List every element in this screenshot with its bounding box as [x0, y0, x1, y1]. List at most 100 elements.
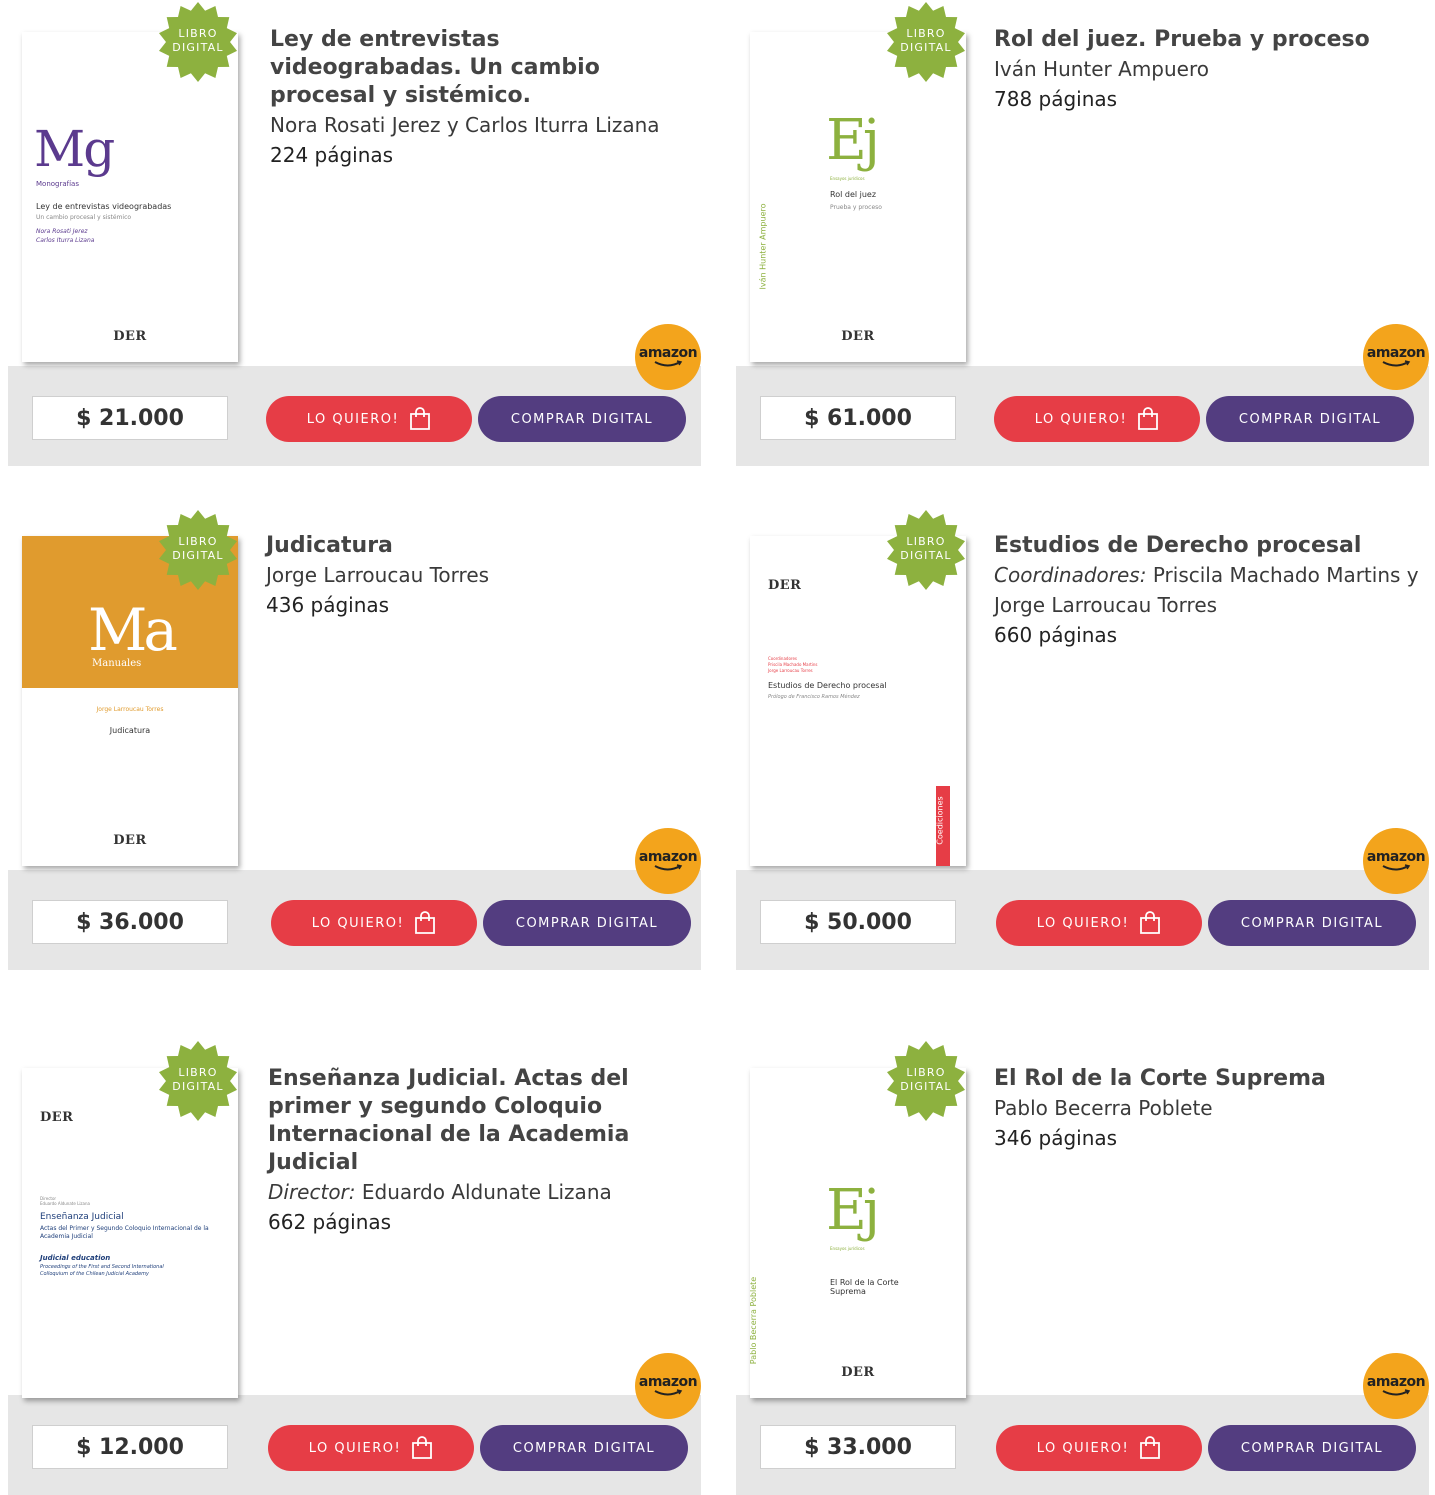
comprar-digital-button[interactable]: COMPRAR DIGITAL	[480, 1425, 688, 1471]
book-title[interactable]: Ley de entrevistas videograbadas. Un cam…	[270, 26, 690, 110]
cover-title: El Rol de la Corte Suprema	[830, 1278, 899, 1296]
book-author: Director: Eduardo Aldunate Lizana	[268, 1177, 708, 1207]
book-author: Jorge Larroucau Torres	[266, 560, 701, 590]
comprar-digital-label: COMPRAR DIGITAL	[1240, 1440, 1384, 1456]
amazon-smile-icon	[654, 1389, 683, 1396]
shopping-bag-icon	[1140, 911, 1161, 934]
comprar-digital-button[interactable]: COMPRAR DIGITAL	[483, 900, 691, 946]
cover-author: Eduardo Aldunate Lizana	[40, 1201, 90, 1206]
badge-text: LIBRO DIGITAL	[886, 535, 966, 563]
cover-publisher-logo: DER	[768, 578, 802, 593]
book-pages: 346 páginas	[994, 1126, 1118, 1150]
badge-text: LIBRO DIGITAL	[158, 1066, 238, 1094]
book-title[interactable]: Estudios de Derecho procesal	[994, 532, 1434, 560]
author-name: Pablo Becerra Poblete	[994, 1096, 1213, 1120]
cover-series-mark: Mg	[34, 120, 115, 178]
book-pages: 788 páginas	[994, 87, 1118, 111]
comprar-digital-label: COMPRAR DIGITAL	[1240, 915, 1384, 931]
book-pages: 660 páginas	[994, 623, 1118, 647]
book-author: Pablo Becerra Poblete	[994, 1093, 1429, 1123]
cover-subtitle: Prueba y proceso	[830, 204, 882, 211]
author-name: Jorge Larroucau Torres	[266, 563, 490, 587]
cover-series-name: Ensayos jurídicos	[830, 176, 865, 181]
cover-author-2: Jorge Larroucau Torres	[768, 668, 813, 673]
badge-line-2: DIGITAL	[900, 549, 952, 562]
comprar-digital-label: COMPRAR DIGITAL	[1238, 411, 1382, 427]
author-prefix: Director:	[268, 1180, 362, 1204]
shopping-bag-icon	[415, 911, 436, 934]
cover-publisher-logo: DER	[40, 1110, 74, 1125]
amazon-logo-text: amazon	[1366, 345, 1426, 361]
comprar-digital-label: COMPRAR DIGITAL	[515, 915, 659, 931]
badge-line-1: LIBRO	[178, 1066, 218, 1079]
price-box: $ 33.000	[760, 1425, 956, 1469]
libro-digital-badge: LIBRO DIGITAL	[158, 2, 238, 82]
book-card-3: Ma Manuales Jorge Larroucau Torres Judicatu…	[8, 510, 701, 970]
lo-quiero-label: LO QUIERO!	[1036, 1440, 1130, 1456]
lo-quiero-button[interactable]: LO QUIERO!	[271, 900, 477, 946]
cover-publisher-logo: DER	[113, 833, 147, 848]
lo-quiero-button[interactable]: LO QUIERO!	[266, 396, 472, 442]
book-title[interactable]: Enseñanza Judicial. Actas del primer y s…	[268, 1065, 708, 1177]
badge-line-2: DIGITAL	[172, 41, 224, 54]
cover-series-name: Coediciones	[935, 796, 945, 845]
comprar-digital-button[interactable]: COMPRAR DIGITAL	[1208, 1425, 1416, 1471]
cover-spine-author: Pablo Becerra Poblete	[750, 1276, 759, 1365]
cover-title-en: Judicial education	[40, 1254, 111, 1262]
cover-subtitle: Actas del Primer y Segundo Coloquio Inte…	[40, 1225, 209, 1240]
book-author: Coordinadores: Priscila Machado Martins …	[994, 560, 1434, 620]
comprar-digital-button[interactable]: COMPRAR DIGITAL	[478, 396, 686, 442]
book-pages: 436 páginas	[266, 593, 390, 617]
lo-quiero-button[interactable]: LO QUIERO!	[994, 396, 1200, 442]
badge-text: LIBRO DIGITAL	[158, 27, 238, 55]
cover-series-name: Manuales	[92, 658, 142, 669]
lo-quiero-label: LO QUIERO!	[306, 411, 400, 427]
author-name: Nora Rosati Jerez y Carlos Iturra Lizana	[270, 113, 660, 137]
badge-line-1: LIBRO	[906, 1066, 946, 1079]
cover-publisher-logo: DER	[113, 329, 147, 344]
amazon-logo-text: amazon	[1366, 849, 1426, 865]
book-title[interactable]: El Rol de la Corte Suprema	[994, 1065, 1429, 1093]
amazon-button[interactable]: amazon	[635, 1353, 701, 1419]
amazon-logo-text: amazon	[1366, 1374, 1426, 1390]
lo-quiero-button[interactable]: LO QUIERO!	[996, 900, 1202, 946]
author-name: Iván Hunter Ampuero	[994, 57, 1209, 81]
libro-digital-badge: LIBRO DIGITAL	[158, 1041, 238, 1121]
book-title[interactable]: Rol del juez. Prueba y proceso	[994, 26, 1429, 54]
price-box: $ 21.000	[32, 396, 228, 440]
cover-author-1: Priscila Machado Martins	[768, 662, 818, 667]
amazon-button[interactable]: amazon	[1363, 828, 1429, 894]
amazon-smile-icon	[1382, 1389, 1411, 1396]
amazon-button[interactable]: amazon	[635, 324, 701, 390]
lo-quiero-button[interactable]: LO QUIERO!	[268, 1425, 474, 1471]
lo-quiero-label: LO QUIERO!	[1036, 915, 1130, 931]
cover-author-2: Carlos Iturra Lizana	[36, 237, 95, 244]
book-pages: 662 páginas	[268, 1210, 392, 1234]
comprar-digital-button[interactable]: COMPRAR DIGITAL	[1206, 396, 1414, 442]
amazon-button[interactable]: amazon	[1363, 1353, 1429, 1419]
amazon-button[interactable]: amazon	[635, 828, 701, 894]
lo-quiero-button[interactable]: LO QUIERO!	[996, 1425, 1202, 1471]
amazon-logo-text: amazon	[638, 1374, 698, 1390]
shopping-bag-icon	[1138, 407, 1159, 430]
cover-title: Enseñanza Judicial	[40, 1212, 124, 1222]
book-card-1: Mg Monografías Ley de entrevistas videogra…	[8, 2, 701, 466]
libro-digital-badge: LIBRO DIGITAL	[886, 2, 966, 82]
amazon-smile-icon	[654, 360, 683, 367]
cover-subtitle: Un cambio procesal y sistémico	[36, 214, 132, 221]
cover-publisher-logo: DER	[841, 1365, 875, 1380]
badge-line-1: LIBRO	[906, 535, 946, 548]
book-title[interactable]: Judicatura	[266, 532, 701, 560]
book-author: Nora Rosati Jerez y Carlos Iturra Lizana	[270, 110, 690, 140]
comprar-digital-label: COMPRAR DIGITAL	[512, 1440, 656, 1456]
comprar-digital-button[interactable]: COMPRAR DIGITAL	[1208, 900, 1416, 946]
badge-line-2: DIGITAL	[172, 1080, 224, 1093]
amazon-button[interactable]: amazon	[1363, 324, 1429, 390]
amazon-smile-icon	[1382, 360, 1411, 367]
badge-line-1: LIBRO	[178, 535, 218, 548]
price-box: $ 61.000	[760, 396, 956, 440]
libro-digital-badge: LIBRO DIGITAL	[886, 510, 966, 590]
shopping-bag-icon	[412, 1436, 433, 1459]
cover-spine-author: Iván Hunter Ampuero	[758, 203, 768, 290]
book-card-6: Ej Ensayos jurídicos El Rol de la Corte Su…	[736, 1041, 1429, 1495]
